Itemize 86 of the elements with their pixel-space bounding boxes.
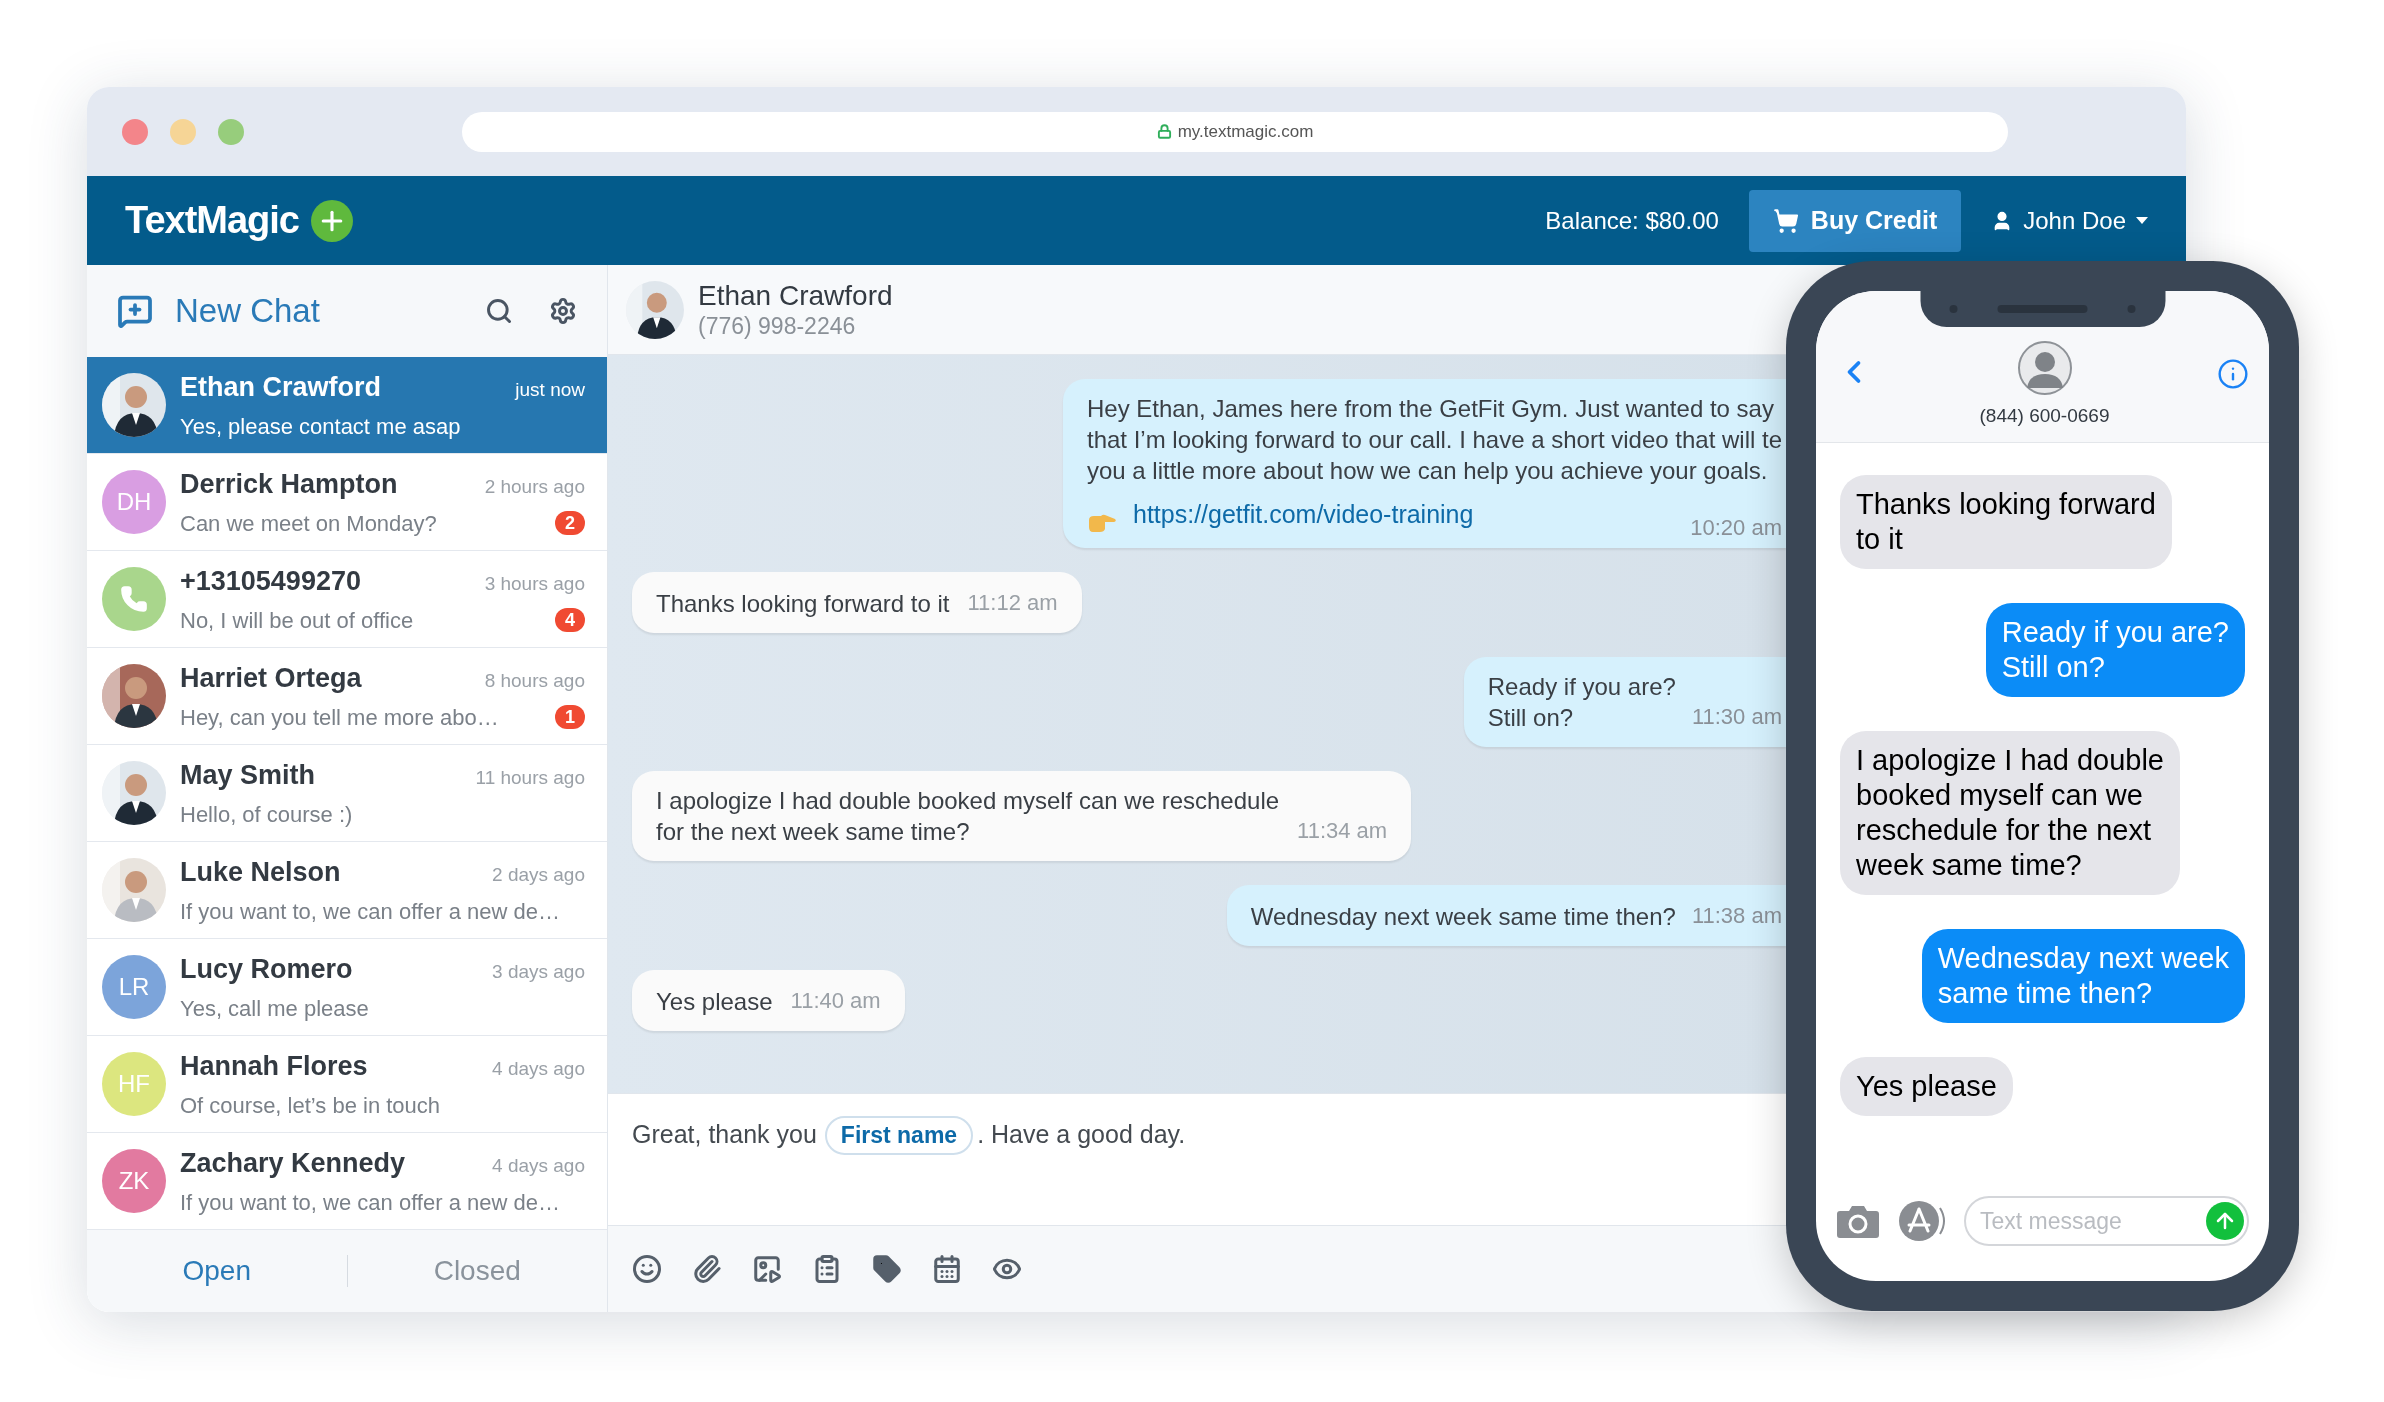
caret-icon <box>2136 216 2148 225</box>
add-button[interactable] <box>311 199 353 242</box>
message-text: Ready if you are? Still on? <box>1487 671 1676 733</box>
bubble-text: Ready if you are? Still on? <box>2001 616 2229 683</box>
contact-name: Harriet Ortega <box>180 662 362 696</box>
message-preview: Hello, of course :) <box>180 800 353 829</box>
emoji-icon[interactable] <box>632 1254 662 1284</box>
message-preview: If you want to, we can offer a new de… <box>180 897 560 926</box>
message-text: Wednesday next week same time then? <box>1250 901 1676 932</box>
avatar: ZK <box>102 1149 166 1213</box>
search-icon[interactable] <box>485 297 513 325</box>
avatar: DH <box>102 470 166 534</box>
message-text: I apologize I had double booked myself can we reschedule for the next week same time? <box>656 785 1280 847</box>
address-bar[interactable]: my.textmagic.com <box>462 111 2008 152</box>
message-time: 11:40 am <box>790 986 881 1015</box>
tag-icon[interactable] <box>872 1254 902 1284</box>
lock-icon <box>1156 124 1172 139</box>
image-icon[interactable] <box>752 1254 782 1284</box>
message-preview: Yes, please contact me asap <box>180 412 461 441</box>
new-chat-icon[interactable] <box>117 293 153 329</box>
cart-icon <box>1772 207 1799 234</box>
message-preview: Yes, call me please <box>180 994 369 1023</box>
message-preview: Can we meet on Monday? <box>180 509 437 538</box>
unread-count: 1 <box>555 705 585 730</box>
message-text: Yes please <box>656 986 773 1017</box>
bubble-text: Yes please <box>1856 1070 1997 1102</box>
clipboard-icon[interactable] <box>812 1254 842 1284</box>
contact-name: Ethan Crawford <box>698 279 893 312</box>
time-text: 4 days ago <box>492 1154 585 1179</box>
logo[interactable]: TextMagic <box>125 192 299 249</box>
paperclip-icon[interactable] <box>692 1254 722 1284</box>
message-time: 11:12 am <box>967 588 1058 617</box>
composer-text: Great, thank you <box>632 1119 817 1150</box>
unread-count: 2 <box>555 511 585 536</box>
conversation-item[interactable]: Ethan Crawford just now Yes, please contact me asap <box>87 357 607 454</box>
contact-name: Zachary Kennedy <box>180 1147 406 1181</box>
contact-name: Derrick Hampton <box>180 468 398 502</box>
avatar: LR <box>102 955 166 1019</box>
contact-name: Ethan Crawford <box>180 371 381 405</box>
phone-contact-number: (844) 600-0669 <box>1979 403 2110 428</box>
time-text: 2 hours ago <box>484 475 585 500</box>
time-text: 3 hours ago <box>484 572 585 597</box>
phone-icon <box>120 585 148 613</box>
info-icon[interactable] <box>2217 358 2249 390</box>
link[interactable]: https://getfit.com/video-training <box>1133 496 1474 534</box>
message-time: 11:34 am <box>1297 816 1388 845</box>
composer-text: . Have a good day. <box>977 1119 1186 1150</box>
contact-name: +13105499270 <box>180 565 361 599</box>
first-name-tag[interactable]: First name <box>824 1116 974 1155</box>
settings-icon[interactable] <box>549 297 577 325</box>
user-menu[interactable]: John Doe <box>1991 202 2148 239</box>
message-preview: Of course, let’s be in touch <box>180 1091 441 1120</box>
unread-count: 4 <box>555 608 585 633</box>
message-preview: No, I will be out of office <box>180 606 414 635</box>
contact-avatar-icon <box>2016 339 2073 396</box>
time-text: 3 days ago <box>492 960 585 985</box>
new-chat-link[interactable]: New Chat <box>175 286 463 336</box>
time-text: 8 hours ago <box>484 669 585 694</box>
message-time: 11:30 am <box>1691 702 1782 731</box>
time-text: just now <box>515 378 585 403</box>
url-text: my.textmagic.com <box>1177 120 1314 143</box>
time-text: 11 hours ago <box>475 766 585 791</box>
contact-phone: (776) 998-2246 <box>698 311 857 340</box>
bubble-text: Thanks looking forward to it <box>1856 488 2156 555</box>
bubble-text: Wednesday next week same time then? <box>1937 942 2229 1009</box>
message-text: Hey Ethan, James here from the GetFit Gym. Just wanted to say that I’m looking forward to our call. I have a short video that will te you a little more about how we can help you achieve your goals. <box>1087 394 1782 486</box>
buy-credit-button[interactable]: Buy Credit <box>1748 189 1962 252</box>
contact-name: Hannah Flores <box>180 1050 368 1084</box>
filter-tab[interactable]: Open <box>87 1250 347 1292</box>
app-store-icon[interactable] <box>1898 1200 1946 1242</box>
text-message-field[interactable]: Text message <box>1964 1196 2249 1246</box>
avatar: HF <box>102 1052 166 1116</box>
message-time: 11:38 am <box>1691 901 1782 930</box>
message-preview: If you want to, we can offer a new de… <box>180 1188 560 1217</box>
contact-name: May Smith <box>180 759 316 793</box>
contact-name: Lucy Romero <box>180 953 353 987</box>
message-preview: Hey, can you tell me more abo… <box>180 703 499 732</box>
contact-name: Luke Nelson <box>180 856 341 890</box>
time-text: 4 days ago <box>492 1057 585 1082</box>
calendar-icon[interactable] <box>932 1254 962 1284</box>
message-text: Thanks looking forward to it <box>656 588 950 619</box>
bubble-text: I apologize I had double booked myself can we reschedule for the next week same time? <box>1856 744 2164 881</box>
message-time: 10:20 am <box>1690 513 1782 542</box>
time-text: 2 days ago <box>492 863 585 888</box>
balance-text: Balance: $80.00 <box>1545 205 1719 236</box>
camera-icon[interactable] <box>1836 1203 1880 1239</box>
